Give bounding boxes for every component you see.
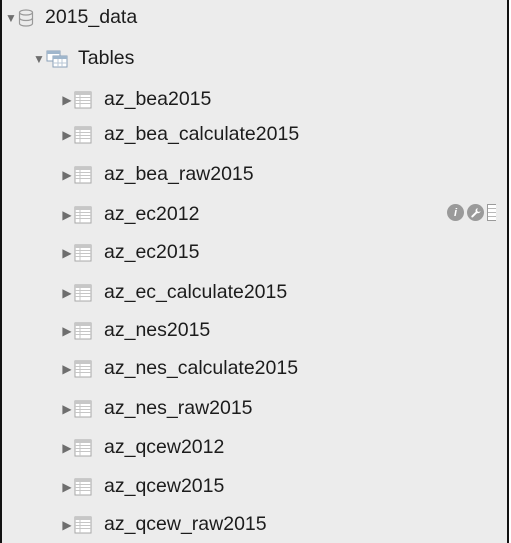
wrench-icon[interactable] (467, 204, 484, 221)
table-name: az_nes_calculate2015 (104, 357, 299, 380)
table-name: az_nes2015 (104, 319, 211, 342)
table-name: az_bea_raw2015 (104, 163, 254, 186)
collapse-triangle-icon[interactable]: ▶ (60, 128, 74, 142)
table-icon (74, 166, 92, 184)
table-name: az_qcew2015 (104, 475, 225, 498)
table-icon (74, 360, 92, 378)
table-icon (74, 244, 92, 262)
collapse-triangle-icon[interactable]: ▶ (60, 480, 74, 494)
table-row[interactable]: ▶ az_ec2012 (60, 198, 199, 232)
table-row[interactable]: ▶ az_qcew_raw2015 (60, 508, 267, 542)
table-row[interactable]: ▶ az_bea_calculate2015 (60, 118, 299, 152)
table-preview-icon[interactable] (487, 204, 496, 221)
table-row[interactable]: ▶ az_ec2015 (60, 236, 199, 270)
table-name: az_ec2015 (104, 241, 200, 264)
collapse-triangle-icon[interactable]: ▶ (60, 402, 74, 416)
collapse-triangle-icon[interactable]: ▶ (60, 362, 74, 376)
table-icon (74, 478, 92, 496)
tables-group-label: Tables (78, 47, 135, 70)
table-name: az_qcew2012 (104, 436, 225, 459)
table-row[interactable]: ▶ az_nes_raw2015 (60, 392, 253, 426)
expand-triangle-icon[interactable]: ▼ (32, 52, 46, 66)
table-row[interactable]: ▶ az_bea_raw2015 (60, 158, 254, 192)
table-row[interactable]: ▶ az_qcew2012 (60, 431, 224, 465)
table-name: az_nes_raw2015 (104, 397, 253, 420)
table-icon (74, 516, 92, 534)
database-row[interactable]: ▼ 2015_data (4, 1, 137, 35)
collapse-triangle-icon[interactable]: ▶ (60, 441, 74, 455)
database-name: 2015_data (45, 6, 138, 29)
table-name: az_bea_calculate2015 (104, 123, 300, 146)
table-name: az_bea2015 (104, 88, 212, 111)
table-icon (74, 439, 92, 457)
collapse-triangle-icon[interactable]: ▶ (60, 93, 74, 107)
info-icon[interactable]: i (447, 204, 464, 221)
table-icon (74, 91, 92, 109)
collapse-triangle-icon[interactable]: ▶ (60, 286, 74, 300)
table-name: az_ec_calculate2015 (104, 281, 288, 304)
row-action-icons: i (447, 204, 496, 221)
collapse-triangle-icon[interactable]: ▶ (60, 168, 74, 182)
table-icon (74, 322, 92, 340)
sidebar-tree-panel: ▼ 2015_data ▼ Tables ▶ az_bea2015 ▶ az_b… (0, 0, 509, 543)
table-row[interactable]: ▶ az_bea2015 (60, 83, 211, 117)
table-row[interactable]: ▶ az_ec_calculate2015 (60, 276, 287, 310)
expand-triangle-icon[interactable]: ▼ (4, 11, 18, 25)
collapse-triangle-icon[interactable]: ▶ (60, 208, 74, 222)
collapse-triangle-icon[interactable]: ▶ (60, 324, 74, 338)
tables-group-row[interactable]: ▼ Tables (32, 42, 134, 76)
table-row[interactable]: ▶ az_nes2015 (60, 314, 210, 348)
table-icon (74, 400, 92, 418)
table-icon (74, 126, 92, 144)
table-name: az_qcew_raw2015 (104, 513, 267, 536)
table-icon (74, 206, 92, 224)
table-name: az_ec2012 (104, 203, 200, 226)
collapse-triangle-icon[interactable]: ▶ (60, 246, 74, 260)
collapse-triangle-icon[interactable]: ▶ (60, 518, 74, 532)
database-icon (18, 9, 34, 27)
table-row[interactable]: ▶ az_qcew2015 (60, 470, 224, 504)
tables-folder-icon (46, 50, 68, 68)
table-row[interactable]: ▶ az_nes_calculate2015 (60, 352, 298, 386)
table-icon (74, 284, 92, 302)
